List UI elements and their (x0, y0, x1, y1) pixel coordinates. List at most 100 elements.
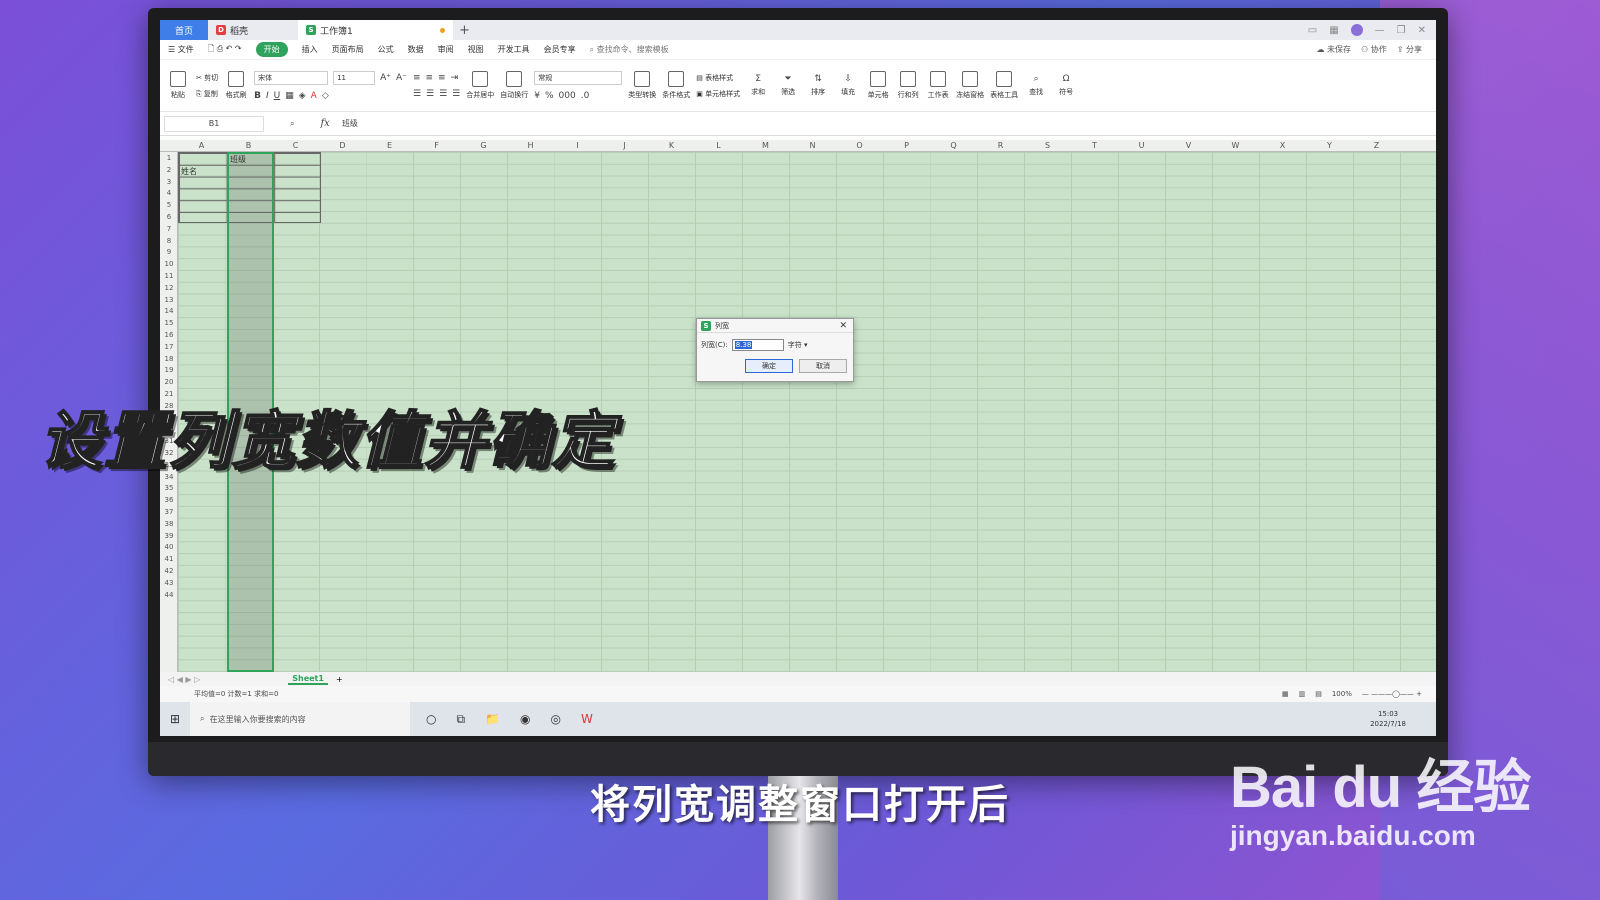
menu-formula[interactable]: 公式 (378, 44, 394, 55)
currency-icon[interactable]: ¥ (534, 91, 540, 101)
column-header-s[interactable]: S (1024, 140, 1071, 152)
new-tab-button[interactable]: + (453, 23, 476, 38)
row-header[interactable]: 6 (160, 213, 178, 221)
avatar[interactable] (1350, 24, 1363, 36)
column-header-v[interactable]: V (1165, 140, 1212, 152)
row-header[interactable]: 4 (160, 189, 178, 197)
system-clock[interactable]: 15:03 2022/7/18 (1370, 709, 1436, 729)
paste-button[interactable]: 粘贴 (166, 71, 190, 100)
eraser-icon[interactable]: ◇ (322, 91, 329, 101)
font-grow-icon[interactable]: A⁺ (380, 73, 391, 83)
copy-button[interactable]: ⎘ 复制 (196, 89, 218, 99)
find-button[interactable]: ⌕ 查找 (1024, 74, 1048, 97)
column-header-d[interactable]: D (319, 140, 366, 152)
menu-page-layout[interactable]: 页面布局 (332, 44, 364, 55)
cancel-button[interactable]: 取消 (799, 359, 847, 373)
symbol-button[interactable]: Ω 符号 (1054, 74, 1078, 97)
wps-icon[interactable]: W (581, 712, 593, 727)
menu-home[interactable]: 开始 (255, 42, 288, 57)
zoom-slider[interactable]: — ———◯—— + (1362, 690, 1422, 698)
row-header[interactable]: 44 (160, 591, 178, 599)
column-header-l[interactable]: L (695, 140, 742, 152)
column-header-r[interactable]: R (977, 140, 1024, 152)
align-middle-icon[interactable]: ≡ (425, 73, 433, 83)
command-search[interactable]: ⌕ 查找命令、搜索模板 (590, 44, 669, 55)
format-painter-button[interactable]: 格式刷 (224, 71, 248, 100)
sheet-nav-icon[interactable]: ◁ ◀ ▶ ▷ (168, 675, 200, 684)
column-header-x[interactable]: X (1259, 140, 1306, 152)
row-header[interactable]: 3 (160, 178, 178, 186)
row-header[interactable]: 14 (160, 307, 178, 315)
close-icon[interactable]: ✕ (1418, 25, 1426, 36)
row-header[interactable]: 38 (160, 520, 178, 528)
decimal-icon[interactable]: .0 (581, 91, 590, 101)
file-explorer-icon[interactable]: 📁 (485, 712, 500, 727)
row-header[interactable]: 16 (160, 331, 178, 339)
row-header[interactable]: 20 (160, 378, 178, 386)
type-convert-button[interactable]: 类型转换 (628, 71, 656, 100)
windows-start-icon[interactable]: ⊞ (160, 712, 190, 726)
row-header[interactable]: 1 (160, 154, 178, 162)
row-header[interactable]: 18 (160, 355, 178, 363)
cond-format-button[interactable]: 条件格式 (662, 71, 690, 100)
tab-doc[interactable]: D 稻壳 (208, 20, 298, 40)
align-left-icon[interactable]: ☰ (413, 89, 421, 99)
cell-a2[interactable]: 姓名 (181, 166, 197, 177)
cell-b1[interactable]: 班级 (230, 154, 246, 165)
menu-review[interactable]: 审阅 (438, 44, 454, 55)
grid-icon[interactable]: ▦ (1329, 25, 1338, 36)
edge-icon[interactable]: ◎ (551, 712, 561, 727)
row-header[interactable]: 40 (160, 543, 178, 551)
row-header[interactable]: 39 (160, 532, 178, 540)
collab-button[interactable]: ⚇ 协作 (1361, 44, 1387, 55)
column-header-t[interactable]: T (1071, 140, 1118, 152)
column-header-g[interactable]: G (460, 140, 507, 152)
browser-icon[interactable]: ◉ (520, 712, 530, 727)
column-header-h[interactable]: H (507, 140, 554, 152)
view-break-icon[interactable]: ▤ (1315, 690, 1322, 698)
row-header[interactable]: 37 (160, 508, 178, 516)
ok-button[interactable]: 确定 (745, 359, 793, 373)
dialog-close-icon[interactable]: ✕ (839, 321, 853, 331)
column-header-q[interactable]: Q (930, 140, 977, 152)
justify-icon[interactable]: ☰ (452, 89, 460, 99)
menu-view[interactable]: 视图 (468, 44, 484, 55)
table-style-button[interactable]: ▤ 表格样式 (696, 73, 740, 83)
row-header[interactable]: 35 (160, 484, 178, 492)
font-size-select[interactable]: 11 (333, 70, 376, 85)
column-header-o[interactable]: O (836, 140, 883, 152)
thousands-icon[interactable]: 000 (559, 91, 576, 101)
restore-icon[interactable]: ❐ (1397, 25, 1406, 36)
formula-input[interactable]: 班级 (342, 118, 358, 129)
merge-center-button[interactable]: 合并居中 (466, 71, 494, 100)
sum-button[interactable]: Σ 求和 (746, 74, 770, 97)
row-header[interactable]: 19 (160, 366, 178, 374)
cell-style-button[interactable]: ▣ 单元格样式 (696, 89, 740, 99)
indent-icon[interactable]: ⇥ (451, 73, 459, 83)
fx-icon[interactable]: fx (320, 118, 329, 129)
menu-member[interactable]: 会员专享 (544, 44, 576, 55)
column-header-e[interactable]: E (366, 140, 413, 152)
menu-insert[interactable]: 插入 (302, 44, 318, 55)
italic-icon[interactable]: I (266, 91, 269, 101)
row-header[interactable]: 11 (160, 272, 178, 280)
row-header[interactable]: 2 (160, 166, 178, 174)
tab-home[interactable]: 首页 (160, 20, 208, 40)
width-unit-select[interactable]: 字符 ▾ (788, 340, 808, 350)
column-header-p[interactable]: P (883, 140, 930, 152)
column-header-f[interactable]: F (413, 140, 460, 152)
column-header-u[interactable]: U (1118, 140, 1165, 152)
column-header-m[interactable]: M (742, 140, 789, 152)
border-icon[interactable]: ▦ (285, 91, 294, 101)
column-header-z[interactable]: Z (1353, 140, 1400, 152)
align-right-icon[interactable]: ☰ (439, 89, 447, 99)
column-header-a[interactable]: A (178, 140, 225, 152)
column-header-n[interactable]: N (789, 140, 836, 152)
zoom-icon[interactable]: ⌕ (290, 119, 294, 129)
row-header[interactable]: 15 (160, 319, 178, 327)
percent-icon[interactable]: % (545, 91, 554, 101)
name-box[interactable]: B1 (164, 115, 264, 132)
taskbar-search[interactable]: ⌕ 在这里输入你要搜索的内容 (190, 702, 410, 736)
quick-tools-icon[interactable]: 🗋 ⎙ ↶ ↷ (208, 43, 242, 57)
column-header-j[interactable]: J (601, 140, 648, 152)
